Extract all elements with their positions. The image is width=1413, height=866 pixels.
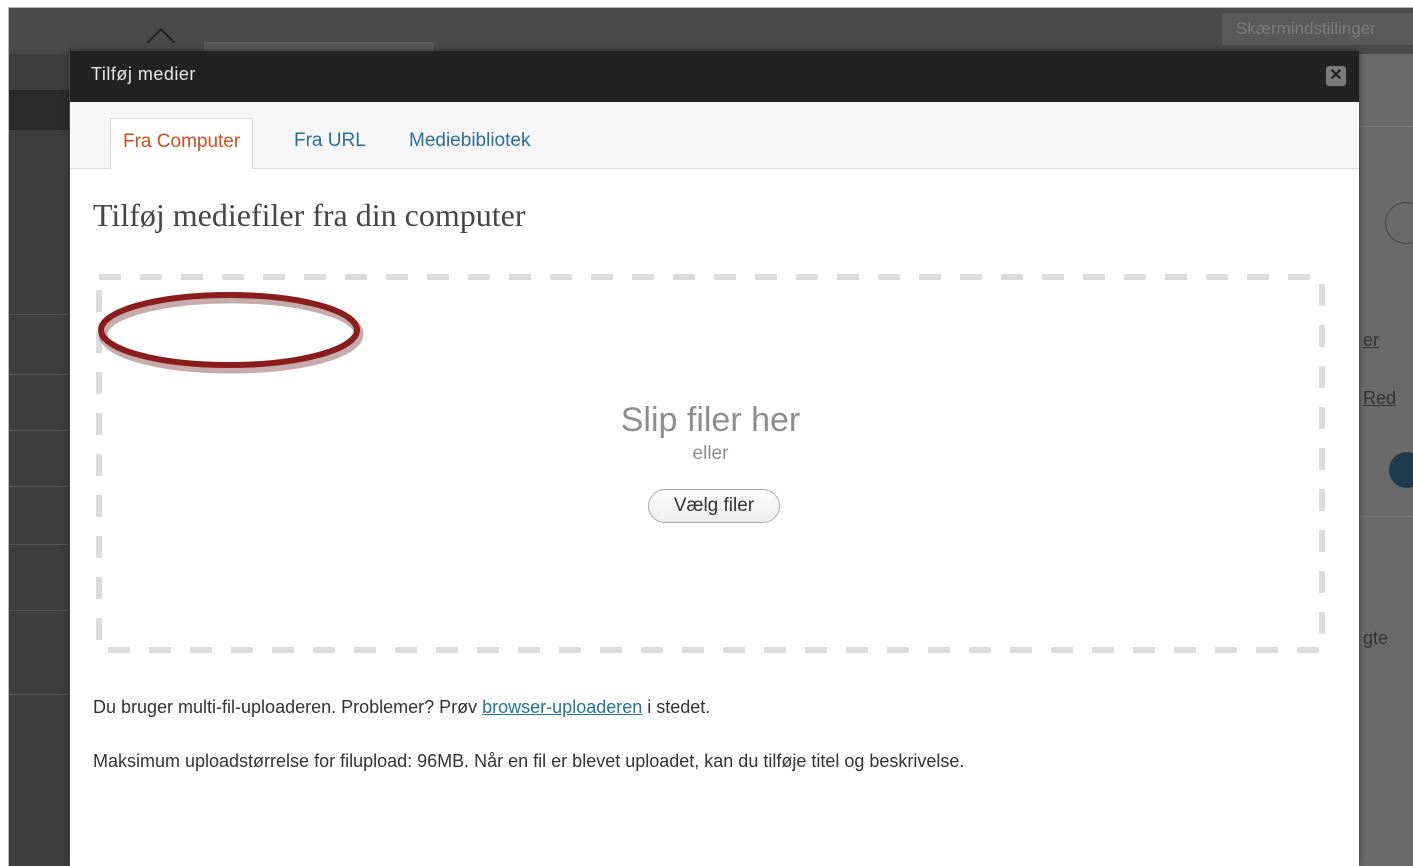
tab-media-library[interactable]: Mediebibliotek <box>409 118 530 168</box>
button-outline-bg <box>1385 202 1413 244</box>
drop-files-text: Slip filer her <box>620 401 801 439</box>
close-icon[interactable]: ✕ <box>1326 66 1346 86</box>
screen-options-tab[interactable]: Skærmindstillinger <box>1222 13 1413 45</box>
admin-right-panel: er Red gte <box>1359 54 1413 866</box>
tab-from-computer[interactable]: Fra Computer <box>110 118 254 170</box>
sidebar-divider <box>9 610 69 611</box>
sidebar-divider <box>9 486 69 487</box>
uploader-note: Du bruger multi-fil-uploaderen. Probleme… <box>93 697 710 718</box>
sidebar-divider <box>9 544 69 545</box>
select-files-button[interactable]: Vælg filer <box>648 489 780 523</box>
browser-uploader-link[interactable]: browser-uploaderen <box>482 697 642 717</box>
media-tabs: Fra Computer Fra URL Mediebibliotek <box>70 102 1359 170</box>
screenshot-frame: Skærmindstillinger er Red gte Tilføj med… <box>8 7 1413 866</box>
admin-sidebar-active <box>9 90 69 130</box>
admin-sidebar <box>9 54 69 866</box>
panel-divider <box>1359 516 1413 517</box>
panel-divider <box>1359 126 1413 127</box>
tab-from-url[interactable]: Fra URL <box>294 118 366 168</box>
bg-link-fragment: Red <box>1363 388 1397 408</box>
dialog-content: Tilføj mediefiler fra din computer Slip … <box>70 169 1359 866</box>
bg-text-fragment: gte <box>1363 628 1389 648</box>
dialog-title: Tilføj medier <box>91 64 196 84</box>
drop-zone[interactable]: Slip filer her eller Vælg filer <box>95 273 1326 654</box>
sidebar-divider <box>9 694 69 695</box>
sidebar-divider <box>9 374 69 375</box>
drop-zone-info: Slip filer her eller <box>95 401 1326 465</box>
or-text: eller <box>692 443 729 464</box>
dialog-header: Tilføj medier ✕ <box>70 51 1359 102</box>
page-title: Tilføj mediefiler fra din computer <box>93 197 526 233</box>
add-media-dialog: Tilføj medier ✕ Fra Computer Fra URL Med… <box>70 51 1359 866</box>
bg-link-fragment: er <box>1363 330 1380 350</box>
uploader-note-suffix: i stedet. <box>642 697 711 717</box>
max-size-note: Maksimum uploadstørrelse for filupload: … <box>93 751 965 771</box>
publish-button-bg <box>1389 452 1413 488</box>
uploader-note-prefix: Du bruger multi-fil-uploaderen. Probleme… <box>93 697 483 717</box>
sidebar-divider <box>9 430 69 431</box>
sidebar-divider <box>9 314 69 315</box>
